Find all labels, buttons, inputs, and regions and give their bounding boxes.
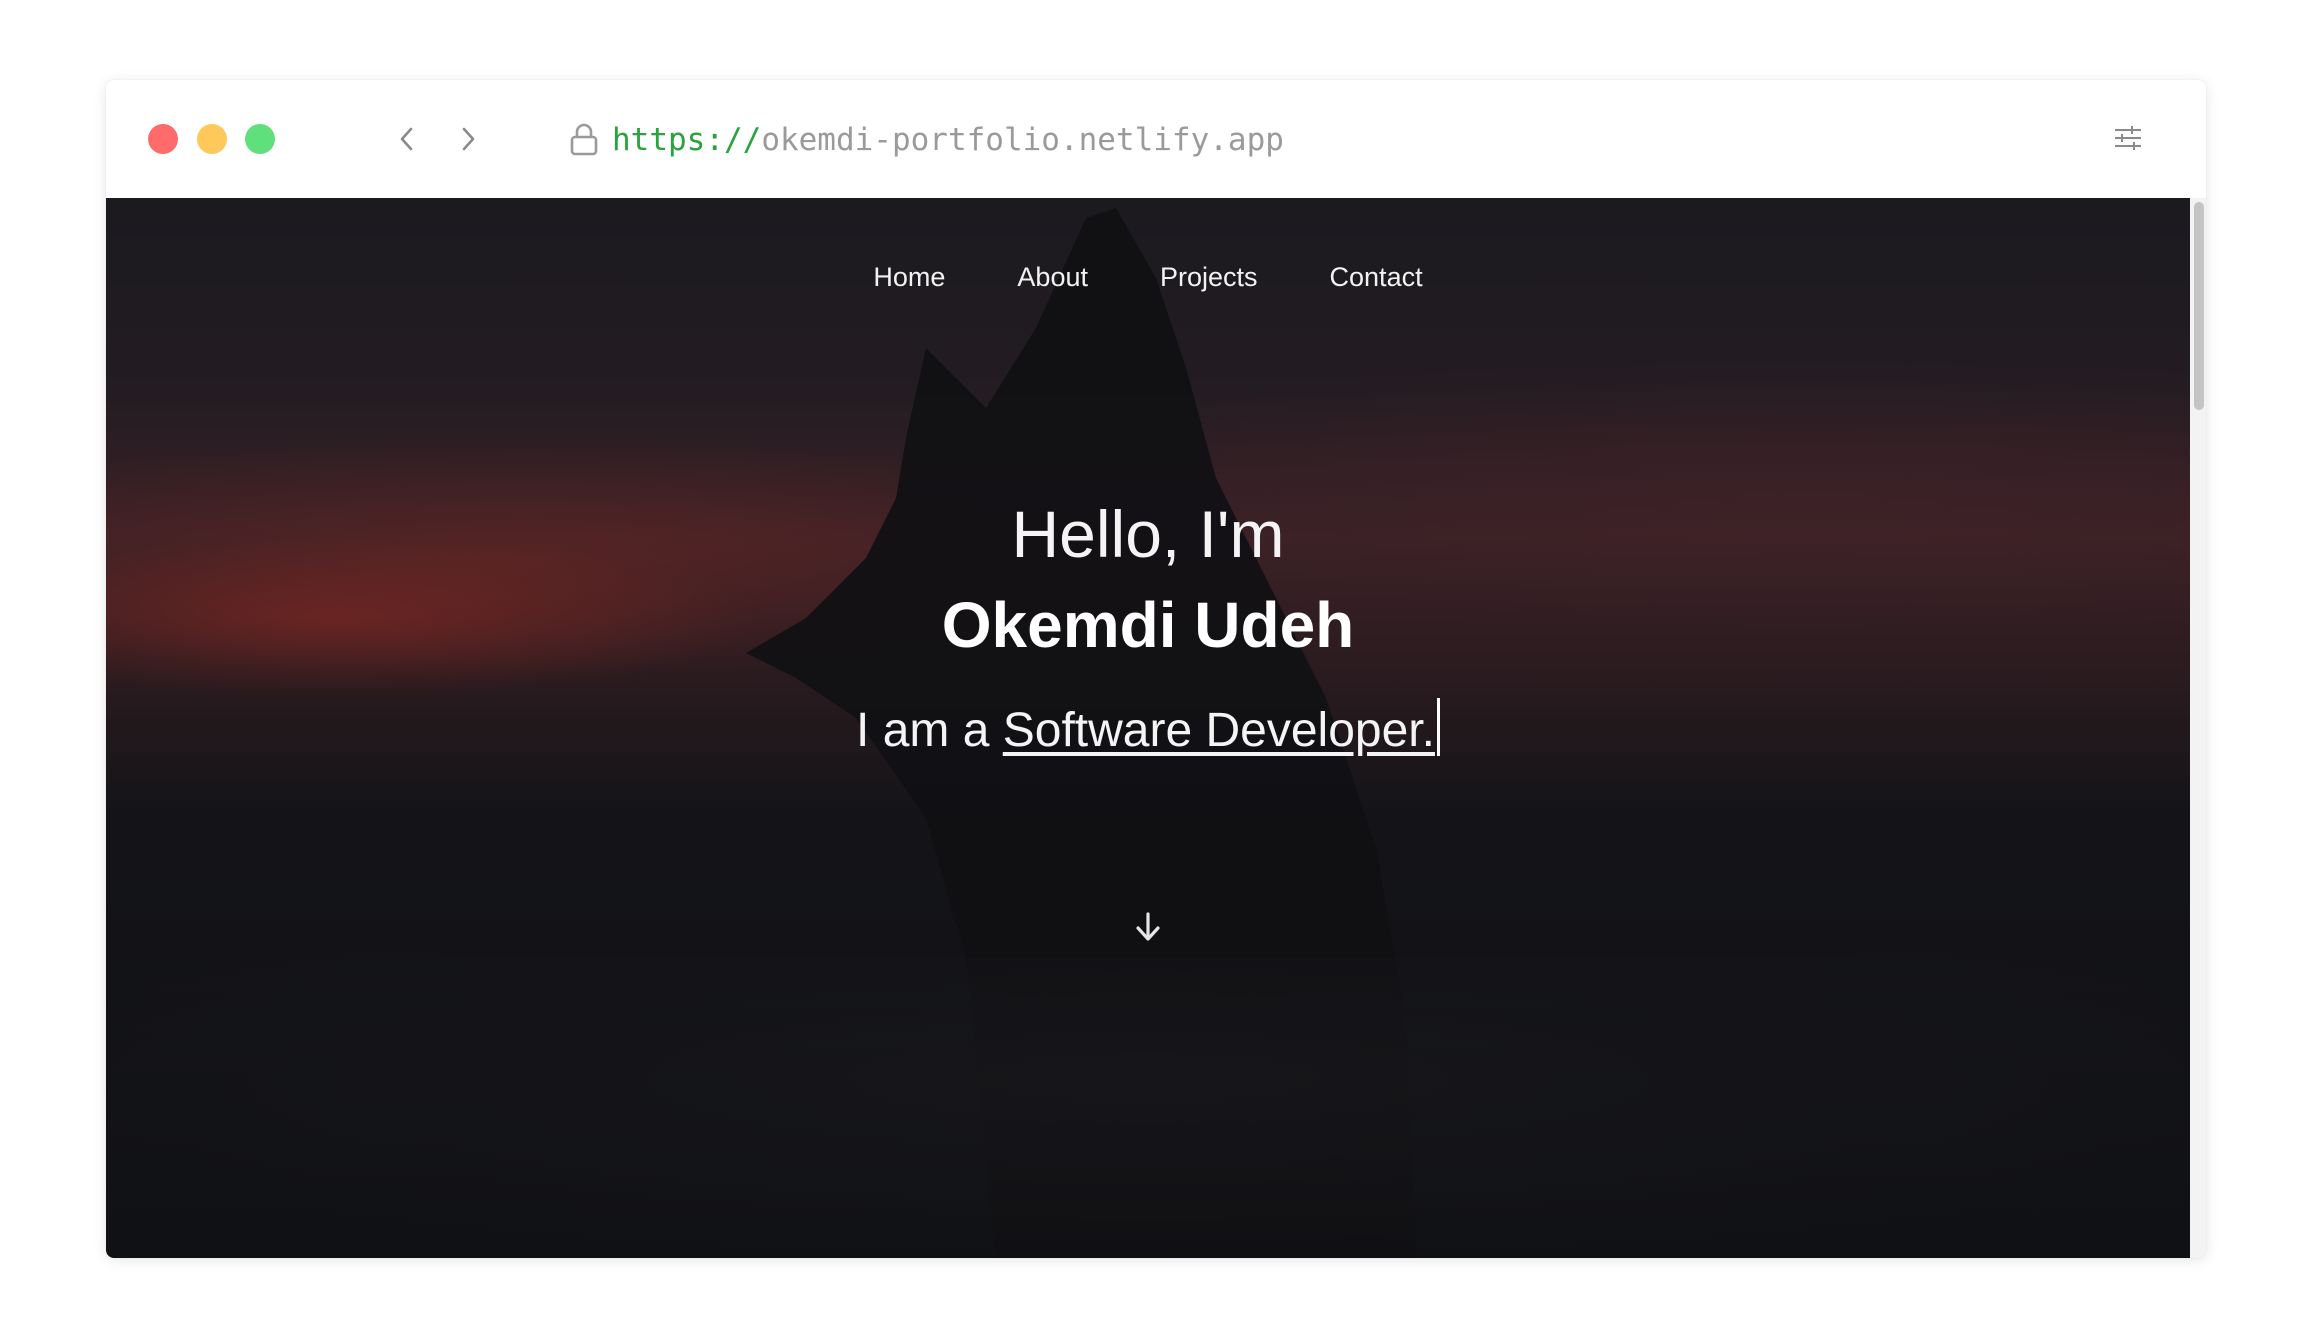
tagline-role: Software Developer. — [1002, 704, 1435, 757]
nav-projects-link[interactable]: Projects — [1152, 262, 1266, 293]
tagline-prefix: I am a — [856, 704, 1003, 757]
chevron-right-icon — [462, 127, 475, 151]
chevron-left-icon — [400, 127, 413, 151]
url-host: okemdi-portfolio.netlify.app — [761, 122, 1284, 158]
arrow-down-icon[interactable] — [1132, 910, 1164, 944]
maximize-window-button[interactable] — [245, 124, 275, 154]
typing-caret — [1436, 698, 1440, 756]
site-navigation: Home About Projects Contact — [106, 262, 2190, 293]
minimize-window-button[interactable] — [197, 124, 227, 154]
nav-home-link[interactable]: Home — [865, 262, 953, 293]
forward-button[interactable] — [453, 124, 483, 154]
browser-window: https://okemdi-portfolio.netlify.app Hom… — [106, 80, 2206, 1258]
lock-icon — [570, 123, 598, 156]
nav-contact-link[interactable]: Contact — [1322, 262, 1431, 293]
back-button[interactable] — [392, 124, 422, 154]
close-window-button[interactable] — [148, 124, 178, 154]
hero-greeting: Hello, I'm — [1011, 497, 1285, 571]
page-viewport: Home About Projects Contact Hello, I'm O… — [106, 198, 2190, 1258]
hero-tagline: I am a Software Developer. — [106, 698, 2190, 758]
hero-name: Okemdi Udeh — [941, 589, 1355, 661]
nav-about-link[interactable]: About — [1009, 262, 1096, 293]
sliders-icon[interactable] — [2112, 122, 2144, 154]
address-bar[interactable]: https://okemdi-portfolio.netlify.app — [612, 118, 1284, 162]
scrollbar-thumb[interactable] — [2194, 202, 2204, 410]
browser-toolbar: https://okemdi-portfolio.netlify.app — [106, 80, 2206, 198]
url-scheme: https:// — [612, 122, 762, 158]
